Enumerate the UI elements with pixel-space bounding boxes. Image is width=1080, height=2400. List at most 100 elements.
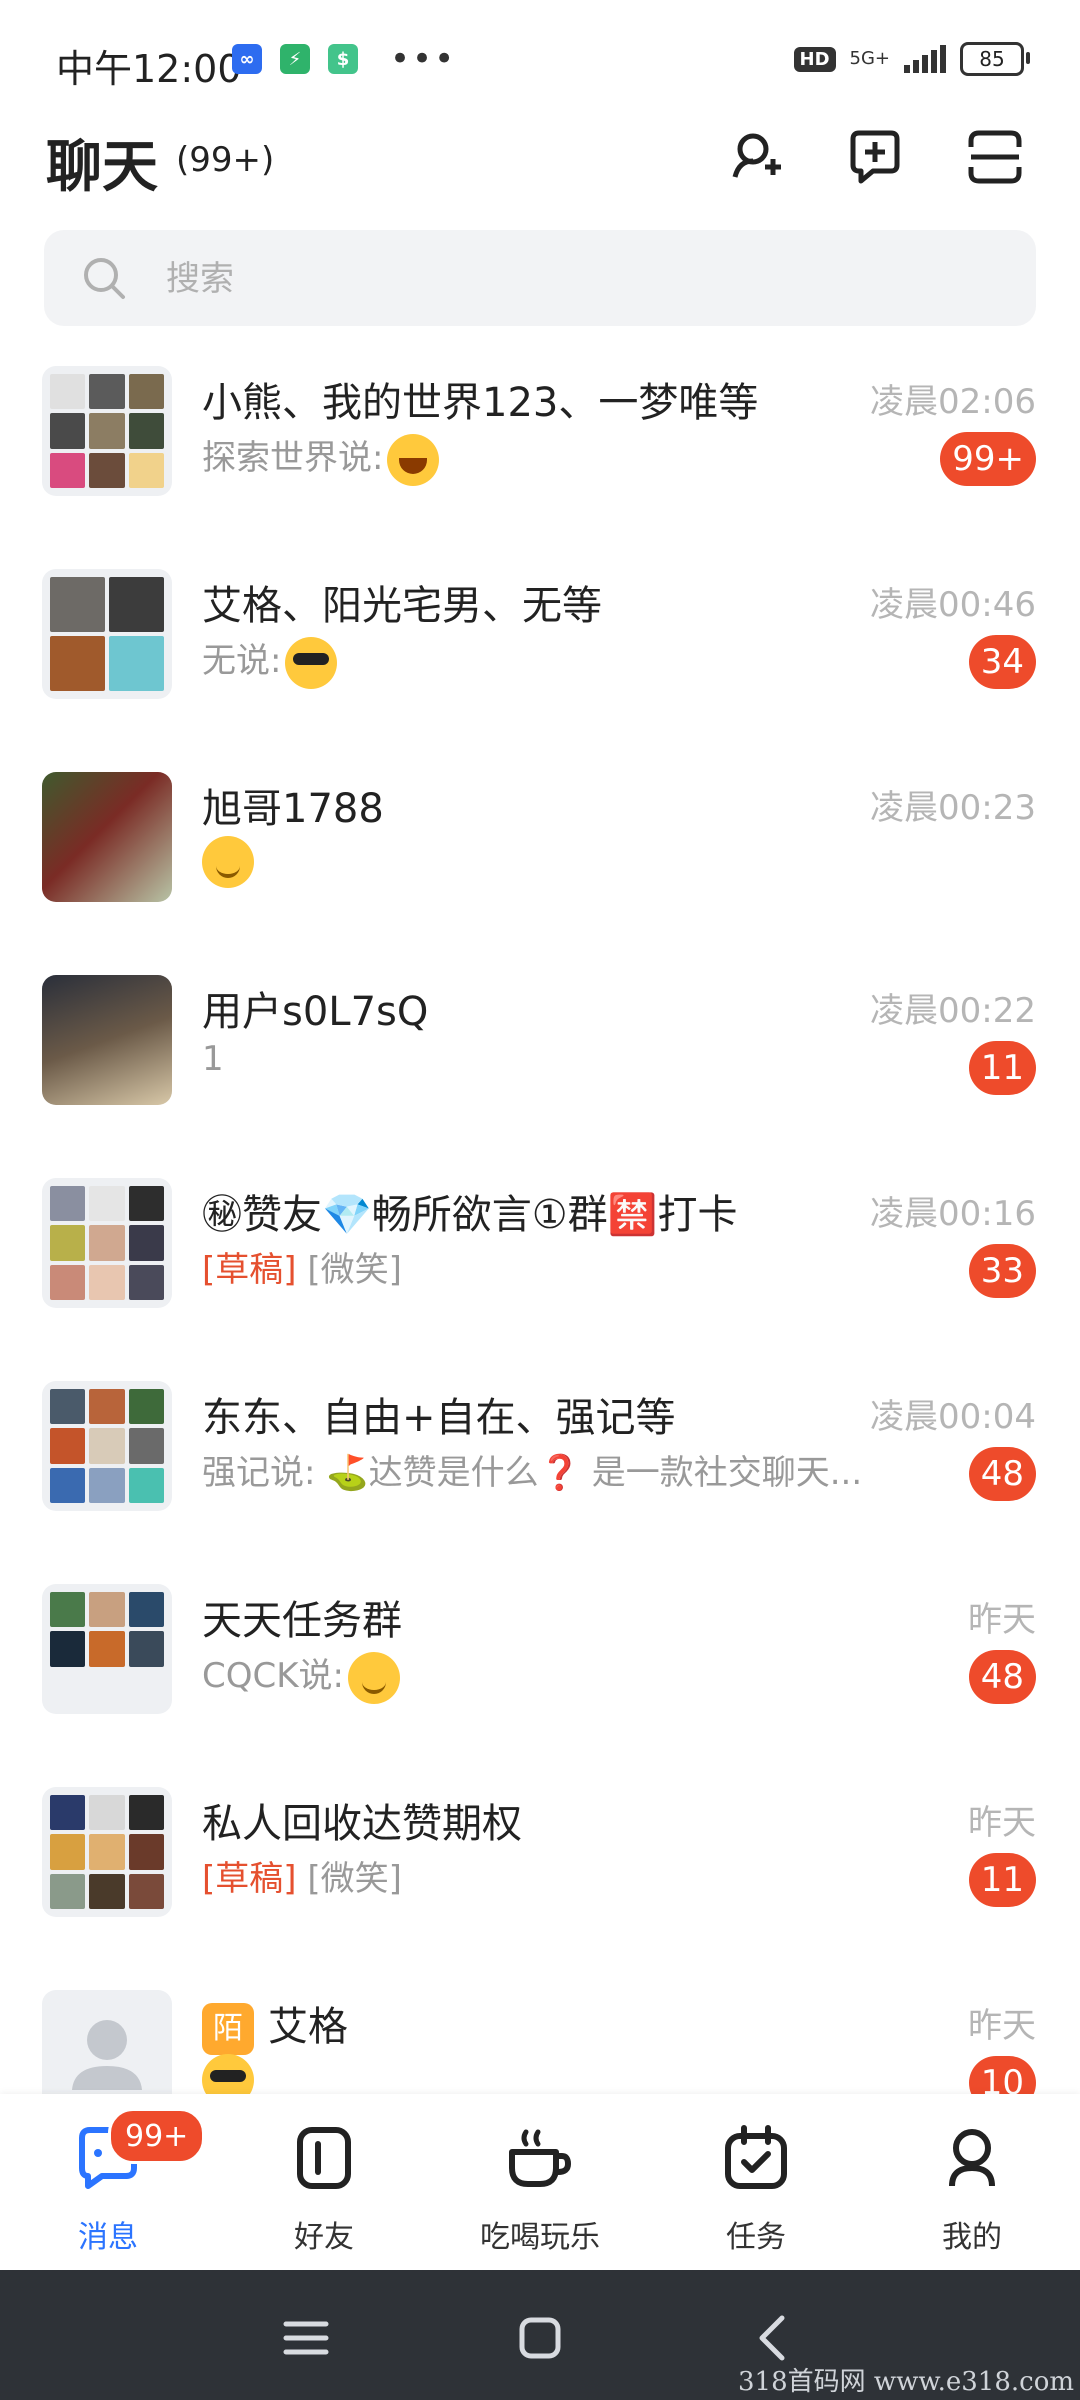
chat-row[interactable]: 小熊、我的世界123、一梦唯等 探索世界说: 凌晨02:06 99+: [0, 342, 1080, 545]
unread-badge: 10: [968, 2056, 1036, 2094]
system-nav-bar: 318首码网 www.e318.com: [0, 2270, 1080, 2400]
chat-preview: [草稿] [微笑]: [202, 1859, 402, 1899]
grin-emoji-icon: [348, 1651, 400, 1704]
group-avatar: [42, 1381, 172, 1511]
unread-badge: 48: [968, 1447, 1036, 1501]
app-notification-icon: ∞: [232, 44, 262, 74]
smile-emoji-icon: [202, 836, 254, 888]
person-placeholder-icon: [72, 2020, 142, 2090]
chat-preview: [草稿] [微笑]: [202, 1250, 402, 1290]
tab-label: 我的: [942, 2220, 1002, 2255]
tab-label: 吃喝玩乐: [480, 2220, 600, 2255]
status-time: 中午12:00: [56, 47, 242, 91]
search-icon: [84, 258, 125, 299]
home-icon[interactable]: [510, 2308, 570, 2368]
unread-badge: 48: [968, 1650, 1036, 1704]
group-avatar: [42, 569, 172, 699]
chat-time: 凌晨00:04: [870, 1397, 1036, 1437]
search-input[interactable]: [164, 230, 988, 328]
chat-name: 用户s0L7sQ: [202, 989, 429, 1035]
unread-badge: 33: [968, 1244, 1036, 1298]
chat-time: 昨天: [968, 2006, 1036, 2046]
chat-name: 天天任务群: [202, 1598, 402, 1644]
group-avatar: [42, 1584, 172, 1714]
shield-icon: ⚡: [280, 44, 310, 74]
more-notifications-icon: •••: [390, 39, 457, 79]
chat-row[interactable]: 旭哥1788 凌晨00:23: [0, 748, 1080, 951]
laugh-emoji-icon: [387, 433, 440, 486]
chat-preview: CQCK说:: [202, 1648, 902, 1704]
chat-row[interactable]: 陌艾格 昨天 10: [0, 1966, 1080, 2094]
chat-preview: [202, 836, 902, 888]
chat-time: 凌晨00:22: [870, 991, 1036, 1031]
status-bar: 中午12:00 ∞ ⚡ $ ••• HD 5G+ 85: [0, 0, 1080, 110]
tab-friends[interactable]: 好友: [216, 2094, 432, 2270]
chat-list[interactable]: 小熊、我的世界123、一梦唯等 探索世界说: 凌晨02:06 99+ 艾格、阳光…: [0, 342, 1080, 2094]
chat-name: 小熊、我的世界123、一梦唯等: [202, 380, 759, 426]
chat-name: ㊙赞友💎畅所欲言①群🈲打卡: [202, 1192, 738, 1238]
scan-icon: [968, 130, 1022, 184]
watermark: 318首码网 www.e318.com: [738, 2367, 1074, 2397]
chat-name: 陌艾格: [202, 1994, 348, 2055]
tab-fun[interactable]: 吃喝玩乐: [432, 2094, 648, 2270]
coffee-icon: [509, 2129, 572, 2187]
scan-button[interactable]: [960, 122, 1030, 192]
chat-name: 艾格、阳光宅男、无等: [202, 583, 602, 629]
tab-messages[interactable]: 99+ 消息: [0, 2094, 216, 2270]
chat-preview: 1: [202, 1039, 224, 1079]
chat-time: 昨天: [968, 1600, 1036, 1640]
status-right: HD 5G+ 85: [793, 42, 1030, 76]
chat-preview: 探索世界说:: [202, 430, 902, 486]
user-avatar: [42, 975, 172, 1105]
chat-row[interactable]: 私人回收达赞期权 [草稿] [微笑] 昨天 11: [0, 1763, 1080, 1966]
unread-badge: 11: [968, 1853, 1036, 1907]
signal-icon: [904, 45, 946, 73]
sunglasses-emoji-icon: [202, 2054, 254, 2094]
new-chat-button[interactable]: [840, 122, 910, 192]
messages-badge: 99+: [108, 2108, 206, 2164]
default-avatar: [42, 1990, 172, 2094]
tab-label: 任务: [726, 2220, 786, 2255]
chat-row[interactable]: ㊙赞友💎畅所欲言①群🈲打卡 [草稿] [微笑] 凌晨00:16 33: [0, 1154, 1080, 1357]
hd-icon: HD: [793, 46, 836, 72]
sunglasses-emoji-icon: [285, 636, 338, 689]
search-bar[interactable]: [44, 230, 1036, 328]
chat-name: 旭哥1788: [202, 786, 384, 832]
network-type: 5G+: [849, 48, 890, 69]
chat-row[interactable]: 艾格、阳光宅男、无等 无说: 凌晨00:46 34: [0, 545, 1080, 748]
chat-time: 凌晨00:46: [870, 585, 1036, 625]
group-avatar: [42, 1178, 172, 1308]
draft-label: [草稿]: [202, 1859, 297, 1899]
chat-row[interactable]: 天天任务群 CQCK说: 昨天 48: [0, 1560, 1080, 1763]
tab-me[interactable]: 我的: [864, 2094, 1080, 2270]
profile-icon: [949, 2129, 995, 2187]
chat-preview: 无说:: [202, 633, 902, 689]
unread-total: (99+): [176, 140, 275, 180]
back-icon[interactable]: [744, 2308, 804, 2368]
unread-badge: 34: [968, 635, 1036, 689]
chat-row[interactable]: 东东、自由+自在、强记等 强记说: ⛳达赞是什么❓ 是一款社交聊天... 凌晨0…: [0, 1357, 1080, 1560]
tab-label: 好友: [294, 2220, 354, 2255]
menu-icon[interactable]: [276, 2308, 336, 2368]
chat-time: 凌晨02:06: [870, 382, 1036, 422]
tab-label: 消息: [78, 2220, 138, 2255]
chat-name: 私人回收达赞期权: [202, 1801, 522, 1847]
chat-time: 昨天: [968, 1803, 1036, 1843]
chat-name: 东东、自由+自在、强记等: [202, 1395, 676, 1441]
wallet-app-icon: $: [328, 44, 358, 74]
tab-tasks[interactable]: 任务: [648, 2094, 864, 2270]
chat-row[interactable]: 用户s0L7sQ 1 凌晨00:22 11: [0, 951, 1080, 1154]
chat-time: 凌晨00:16: [870, 1194, 1036, 1234]
chat-preview: 强记说: ⛳达赞是什么❓ 是一款社交聊天...: [202, 1453, 863, 1493]
bottom-nav: 99+ 消息 好友 吃喝玩乐 任务 我的: [0, 2094, 1080, 2270]
group-avatar: [42, 1787, 172, 1917]
draft-label: [草稿]: [202, 1250, 297, 1290]
user-avatar: [42, 772, 172, 902]
unread-badge: 11: [968, 1041, 1036, 1095]
page-title: 聊天: [46, 135, 158, 200]
chat-time: 凌晨00:23: [870, 788, 1036, 828]
new-chat-icon: [850, 130, 900, 184]
group-avatar: [42, 366, 172, 496]
unread-badge: 99+: [940, 432, 1036, 486]
add-friend-button[interactable]: [720, 122, 790, 192]
